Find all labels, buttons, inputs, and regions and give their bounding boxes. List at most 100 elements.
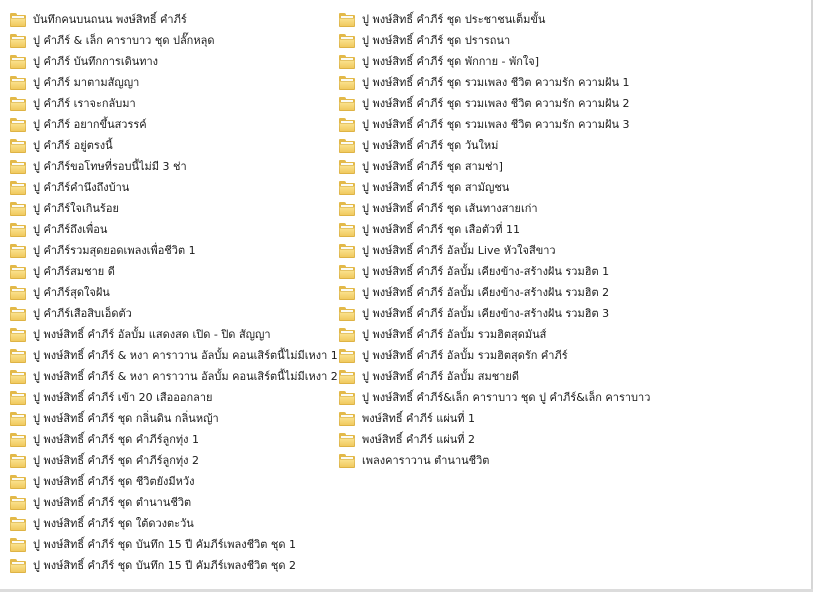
folder-item[interactable]: ปู พงษ์สิทธิ์ คำภีร์ ชุด เส้นทางสายเก่า (339, 198, 639, 219)
folder-item[interactable]: ปู พงษ์สิทธิ์ คำภีร์ อัลบั้ม แสดงสด เปิด… (10, 324, 335, 345)
folder-item[interactable]: ปู คำภีร์ อยากขึ้นสวรรค์ (10, 114, 335, 135)
folder-label: ปู คำภีร์ บันทึกการเดินทาง (33, 55, 159, 68)
folder-label: ปู พงษ์สิทธิ์ คำภีร์ อัลบั้ม เคียงข้าง-ส… (362, 265, 610, 278)
folder-label: ปู คำภีร์คำนึงถึงบ้าน (33, 181, 130, 194)
folder-label: เพลงคาราวาน ตำนานชีวิต (362, 454, 490, 467)
folder-icon (10, 327, 26, 342)
folder-item[interactable]: เพลงคาราวาน ตำนานชีวิต (339, 450, 639, 471)
folder-item[interactable]: ปู พงษ์สิทธิ์ คำภีร์ เข้า 20 เสือออกลาย (10, 387, 335, 408)
folder-item[interactable]: ปู พงษ์สิทธิ์ คำภีร์ อัลบั้ม รวมฮิตสุดรั… (339, 345, 639, 366)
folder-item[interactable]: ปู พงษ์สิทธิ์ คำภีร์ ชุด คำภีร์ลูกทุ่ง 1 (10, 429, 335, 450)
folder-item[interactable]: ปู พงษ์สิทธิ์ คำภีร์ ชุด บันทึก 15 ปี คั… (10, 555, 335, 576)
folder-item[interactable]: ปู พงษ์สิทธิ์ คำภีร์ ชุด คำภีร์ลูกทุ่ง 2 (10, 450, 335, 471)
folder-item[interactable]: ปู พงษ์สิทธิ์ คำภีร์ ชุด กลิ่นดิน กลิ่นห… (10, 408, 335, 429)
folder-item[interactable]: ปู พงษ์สิทธิ์ คำภีร์ ชุด สามัญชน (339, 177, 639, 198)
folder-label: ปู คำภีร์ใจเกินร้อย (33, 202, 119, 215)
folder-icon (10, 285, 26, 300)
folder-item[interactable]: ปู พงษ์สิทธิ์ คำภีร์ ชุด ปรารถนา (339, 30, 639, 51)
folder-item[interactable]: ปู พงษ์สิทธิ์ คำภีร์ อัลบั้ม รวมฮิตสุดมั… (339, 324, 639, 345)
folder-item[interactable]: ปู พงษ์สิทธิ์ คำภีร์ ชุด ใต้ดวงตะวัน (10, 513, 335, 534)
folder-item[interactable]: ปู พงษ์สิทธิ์ คำภีร์ อัลบั้ม เคียงข้าง-ส… (339, 282, 639, 303)
folder-item[interactable]: ปู คำภีร์ อยู่ตรงนี้ (10, 135, 335, 156)
folder-label: ปู คำภีร์เสือสิบเอ็ดตัว (33, 307, 132, 320)
folder-item[interactable]: ปู คำภีร์รวมสุดยอดเพลงเพื่อชีวิต 1 (10, 240, 335, 261)
folder-item[interactable]: ปู พงษ์สิทธิ์ คำภีร์ ชุด บันทึก 15 ปี คั… (10, 534, 335, 555)
folder-label: ปู พงษ์สิทธิ์ คำภีร์ ชุด รวมเพลง ชีวิต ค… (362, 76, 630, 89)
folder-item[interactable]: ปู คำภีร์ มาตามสัญญา (10, 72, 335, 93)
folder-item[interactable]: บันทึกคนบนถนน พงษ์สิทธิ์ คำภีร์ (10, 9, 335, 30)
folder-item[interactable]: ปู พงษ์สิทธิ์ คำภีร์ อัลบั้ม เคียงข้าง-ส… (339, 261, 639, 282)
folder-label: ปู พงษ์สิทธิ์ คำภีร์ อัลบั้ม สมชายดี (362, 370, 519, 383)
folder-icon (339, 348, 355, 363)
folder-icon (10, 33, 26, 48)
folder-label: ปู พงษ์สิทธิ์ คำภีร์ ชุด กลิ่นดิน กลิ่นห… (33, 412, 219, 425)
folder-label: ปู พงษ์สิทธิ์ คำภีร์ ชุด คำภีร์ลูกทุ่ง 1 (33, 433, 200, 446)
folder-item[interactable]: ปู คำภีร์ขอโทษที่รอบนี้ไม่มี 3 ช่า (10, 156, 335, 177)
folder-item[interactable]: พงษ์สิทธิ์ คำภีร์ แผ่นที่ 2 (339, 429, 639, 450)
folder-item[interactable]: ปู พงษ์สิทธิ์ คำภีร์ & หงา คาราวาน อัลบั… (10, 345, 338, 366)
folder-icon (339, 117, 355, 132)
folder-icon (339, 453, 355, 468)
folder-icon (339, 96, 355, 111)
folder-icon (339, 201, 355, 216)
folder-label: ปู คำภีร์ อยู่ตรงนี้ (33, 139, 113, 152)
folder-item[interactable]: พงษ์สิทธิ์ คำภีร์ แผ่นที่ 1 (339, 408, 639, 429)
folder-label: ปู คำภีร์ เราจะกลับมา (33, 97, 136, 110)
folder-label: ปู คำภีร์ อยากขึ้นสวรรค์ (33, 118, 147, 131)
folder-item[interactable]: ปู คำภีร์สุดใจฝัน (10, 282, 335, 303)
folder-label: ปู พงษ์สิทธิ์ คำภีร์ ชุด สามช่า] (362, 160, 503, 173)
folder-icon (10, 138, 26, 153)
folder-icon (10, 54, 26, 69)
folder-item[interactable]: ปู พงษ์สิทธิ์ คำภีร์ & หงา คาราวาน อัลบั… (10, 366, 338, 387)
folder-column-right: ปู พงษ์สิทธิ์ คำภีร์ ชุด ประชาชนเต็มขั้น… (339, 9, 650, 471)
folder-label: ปู คำภีร์ & เล็ก คาราบาว ชุด ปลั๊กหลุด (33, 34, 215, 47)
folder-icon (339, 54, 355, 69)
folder-label: ปู พงษ์สิทธิ์ คำภีร์ ชุด รวมเพลง ชีวิต ค… (362, 118, 630, 131)
folder-item[interactable]: ปู พงษ์สิทธิ์ คำภีร์ ชุด รวมเพลง ชีวิต ค… (339, 114, 639, 135)
folder-icon (339, 75, 355, 90)
folder-item[interactable]: ปู คำภีร์ & เล็ก คาราบาว ชุด ปลั๊กหลุด (10, 30, 335, 51)
folder-icon (10, 537, 26, 552)
folder-item[interactable]: ปู พงษ์สิทธิ์ คำภีร์ ชุด วันใหม่ (339, 135, 639, 156)
folder-label: ปู คำภีร์ มาตามสัญญา (33, 76, 140, 89)
folder-label: ปู พงษ์สิทธิ์ คำภีร์ ชุด เส้นทางสายเก่า (362, 202, 538, 215)
folder-icon (10, 516, 26, 531)
folder-label: ปู พงษ์สิทธิ์ คำภีร์ ชุด วันใหม่ (362, 139, 499, 152)
folder-item[interactable]: ปู พงษ์สิทธิ์ คำภีร์ ชุด ประชาชนเต็มขั้น (339, 9, 639, 30)
folder-icon (339, 180, 355, 195)
folder-item[interactable]: ปู คำภีร์ เราจะกลับมา (10, 93, 335, 114)
folder-item[interactable]: ปู พงษ์สิทธิ์ คำภีร์ ชุด รวมเพลง ชีวิต ค… (339, 93, 639, 114)
folder-icon (10, 495, 26, 510)
folder-label: ปู พงษ์สิทธิ์ คำภีร์ ชุด บันทึก 15 ปี คั… (33, 559, 296, 572)
folder-item[interactable]: ปู คำภีร์สมชาย ดี (10, 261, 335, 282)
folder-icon (339, 432, 355, 447)
folder-icon (339, 33, 355, 48)
folder-icon (10, 369, 26, 384)
folder-item[interactable]: ปู พงษ์สิทธิ์ คำภีร์ อัลบั้ม เคียงข้าง-ส… (339, 303, 639, 324)
folder-label: ปู พงษ์สิทธิ์ คำภีร์ อัลบั้ม Live หัวใจส… (362, 244, 556, 257)
folder-item[interactable]: ปู พงษ์สิทธิ์ คำภีร์ ชุด พักกาย - พักใจ] (339, 51, 639, 72)
folder-icon (10, 264, 26, 279)
folder-label: ปู พงษ์สิทธิ์ คำภีร์ & หงา คาราวาน อัลบั… (33, 370, 338, 383)
folder-item[interactable]: ปู พงษ์สิทธิ์ คำภีร์&เล็ก คาราบาว ชุด ปู… (339, 387, 650, 408)
folder-icon (339, 411, 355, 426)
folder-item[interactable]: ปู คำภีร์เสือสิบเอ็ดตัว (10, 303, 335, 324)
folder-item[interactable]: ปู คำภีร์ถึงเพื่อน (10, 219, 335, 240)
folder-item[interactable]: ปู พงษ์สิทธิ์ คำภีร์ ชุด ตำนานชีวิต (10, 492, 335, 513)
folder-item[interactable]: ปู พงษ์สิทธิ์ คำภีร์ ชุด เสือตัวที่ 11 (339, 219, 639, 240)
folder-item[interactable]: ปู คำภีร์ บันทึกการเดินทาง (10, 51, 335, 72)
folder-label: ปู พงษ์สิทธิ์ คำภีร์ ชุด ใต้ดวงตะวัน (33, 517, 194, 530)
folder-icon (339, 12, 355, 27)
folder-item[interactable]: ปู พงษ์สิทธิ์ คำภีร์ อัลบั้ม Live หัวใจส… (339, 240, 639, 261)
folder-item[interactable]: ปู พงษ์สิทธิ์ คำภีร์ ชุด ชีวิตยังมีหวัง (10, 471, 335, 492)
folder-icon (10, 222, 26, 237)
folder-item[interactable]: ปู พงษ์สิทธิ์ คำภีร์ ชุด สามช่า] (339, 156, 639, 177)
folder-item[interactable]: ปู คำภีร์คำนึงถึงบ้าน (10, 177, 335, 198)
folder-item[interactable]: ปู คำภีร์ใจเกินร้อย (10, 198, 335, 219)
folder-icon (10, 558, 26, 573)
folder-column-left: บันทึกคนบนถนน พงษ์สิทธิ์ คำภีร์ปู คำภีร์… (10, 9, 338, 576)
folder-icon (10, 306, 26, 321)
folder-icon (10, 453, 26, 468)
folder-item[interactable]: ปู พงษ์สิทธิ์ คำภีร์ อัลบั้ม สมชายดี (339, 366, 639, 387)
folder-item[interactable]: ปู พงษ์สิทธิ์ คำภีร์ ชุด รวมเพลง ชีวิต ค… (339, 72, 639, 93)
